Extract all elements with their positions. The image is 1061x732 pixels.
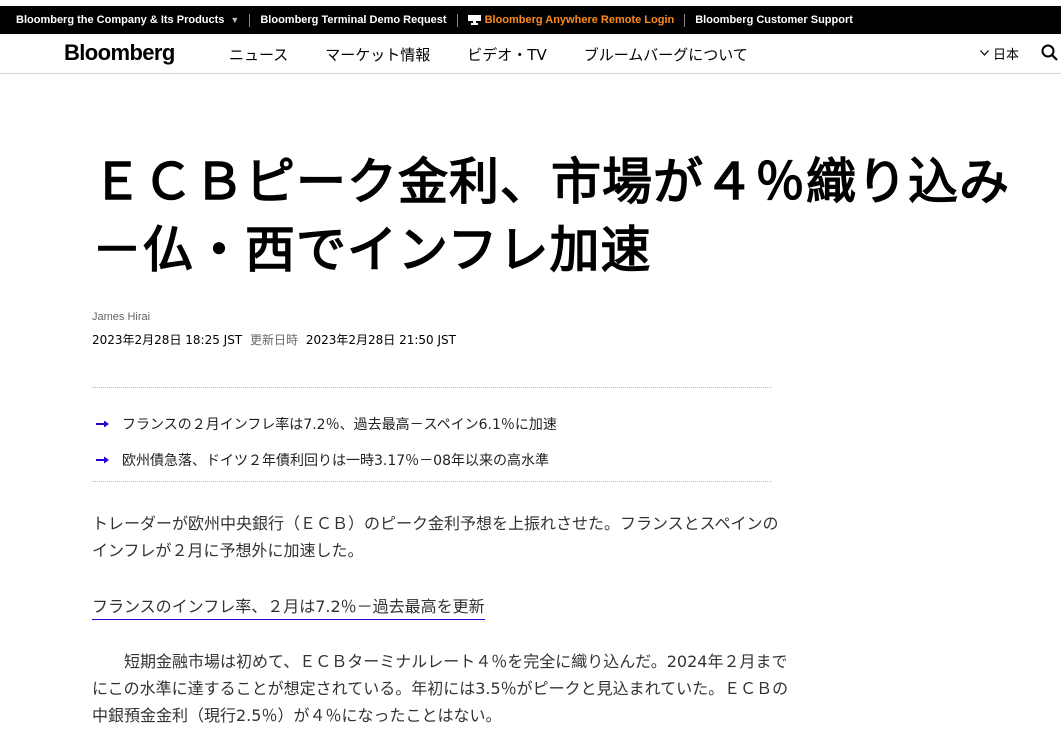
company-products-menu[interactable]: Bloomberg the Company & Its Products ▼: [16, 14, 239, 26]
chevron-down-icon: [980, 48, 989, 59]
author-name[interactable]: James Hirai: [92, 311, 150, 323]
terminal-demo-label: Bloomberg Terminal Demo Request: [260, 14, 447, 26]
publish-dates: 2023年2月28日 18:25 JST 更新日時 2023年2月28日 21:…: [92, 331, 456, 348]
summary-bullets: フランスの２月インフレ率は7.2％、過去最高－スペイン6.1％に加速 欧州債急落…: [96, 406, 776, 478]
divider: [92, 481, 772, 482]
bullet-text: 欧州債急落、ドイツ２年債利回りは一時3.17％－08年以来の高水準: [122, 453, 549, 469]
terminal-demo-link[interactable]: Bloomberg Terminal Demo Request: [260, 14, 446, 26]
updated-label: 更新日時: [249, 333, 298, 347]
nav-item-about[interactable]: ブルームバーグについて: [584, 44, 748, 65]
nav-item-news[interactable]: ニュース: [229, 44, 288, 65]
company-products-label: Bloomberg the Company & Its Products: [16, 14, 225, 26]
divider: [249, 13, 251, 27]
language-label: 日本: [993, 48, 1020, 63]
published-time: 2023年2月28日 18:25 JST: [92, 333, 243, 347]
customer-support-label: Bloomberg Customer Support: [695, 14, 853, 26]
search-icon[interactable]: [1041, 44, 1059, 62]
related-article-link[interactable]: フランスのインフレ率、２月は7.2％－過去最高を更新: [92, 593, 485, 620]
list-item: 欧州債急落、ドイツ２年債利回りは一時3.17％－08年以来の高水準: [96, 442, 776, 478]
customer-support-link[interactable]: Bloomberg Customer Support: [695, 14, 853, 26]
divider: [456, 13, 458, 27]
arrow-right-icon: [96, 417, 122, 432]
main-navigation: Bloomberg ニュース マーケット情報 ビデオ・TV ブルームバーグについ…: [0, 34, 1061, 74]
anywhere-login-link[interactable]: Bloomberg Anywhere Remote Login: [467, 14, 675, 26]
language-selector[interactable]: 日本: [980, 44, 1019, 63]
updated-time: 2023年2月28日 21:50 JST: [305, 333, 456, 347]
nav-item-markets[interactable]: マーケット情報: [325, 44, 430, 65]
article-paragraph: 短期金融市場は初めて、ＥＣＢターミナルレート４％を完全に織り込んだ。2024年２…: [92, 652, 789, 725]
caret-down-icon: ▼: [230, 15, 240, 25]
anywhere-login-label: Bloomberg Anywhere Remote Login: [484, 14, 675, 26]
bullet-text: フランスの２月インフレ率は7.2％、過去最高－スペイン6.1％に加速: [122, 417, 557, 433]
divider: [684, 13, 686, 27]
terminal-icon: [467, 15, 481, 25]
nav-item-video-tv[interactable]: ビデオ・TV: [467, 44, 546, 65]
list-item: フランスの２月インフレ率は7.2％、過去最高－スペイン6.1％に加速: [96, 406, 776, 442]
article-headline: ＥＣＢピーク金利、市場が４％織り込み－仏・西でインフレ加速: [92, 153, 1010, 279]
article-paragraph: トレーダーが欧州中央銀行（ＥＣＢ）のピーク金利予想を上振れさせた。フランスとスペ…: [92, 514, 779, 560]
arrow-right-icon: [96, 453, 122, 468]
divider: [92, 387, 772, 388]
utility-bar: Bloomberg the Company & Its Products ▼ B…: [0, 6, 1061, 34]
nav-links: ニュース マーケット情報 ビデオ・TV ブルームバーグについて: [229, 44, 785, 65]
bloomberg-logo[interactable]: Bloomberg: [64, 40, 175, 66]
